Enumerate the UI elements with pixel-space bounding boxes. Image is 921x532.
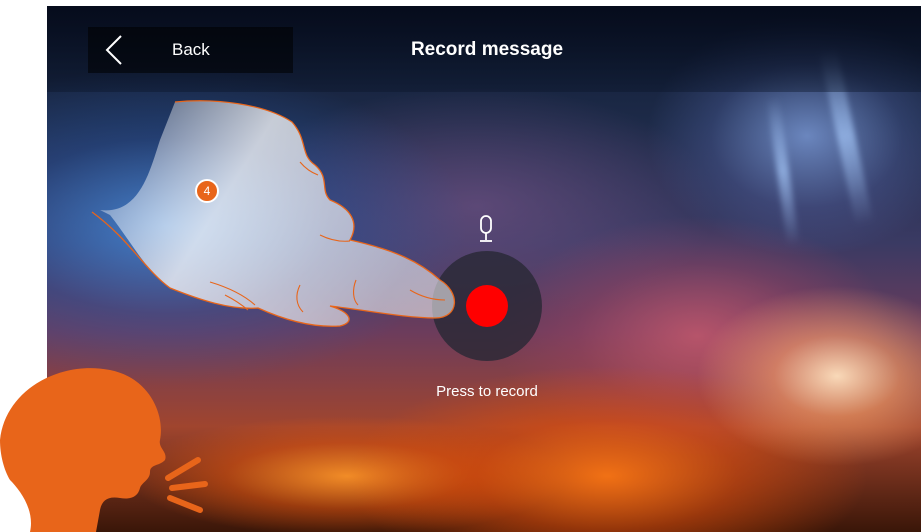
chevron-left-icon — [105, 35, 122, 65]
speaking-person-icon — [0, 368, 208, 532]
record-dot — [466, 285, 508, 327]
page-title: Record message — [410, 39, 564, 60]
record-button[interactable] — [432, 251, 542, 361]
record-hint-label: Press to record — [436, 383, 538, 400]
back-button[interactable]: Back — [88, 27, 293, 73]
step-number-badge: 4 — [195, 179, 219, 203]
page: Back Record message Press to record 4 — [0, 0, 921, 532]
back-label: Back — [172, 40, 210, 59]
light-streak — [766, 95, 800, 247]
microphone-icon — [480, 215, 492, 242]
